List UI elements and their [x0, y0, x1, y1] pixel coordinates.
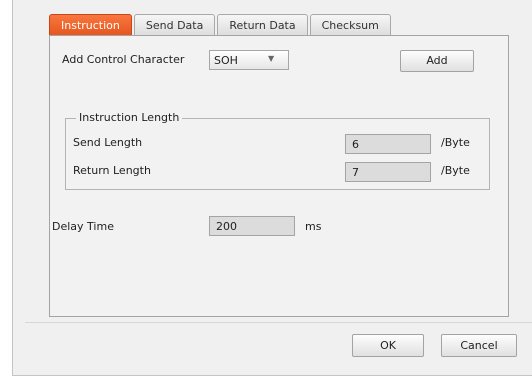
tab-instruction[interactable]: Instruction: [49, 14, 132, 36]
tab-checksum[interactable]: Checksum: [309, 14, 391, 36]
delay-time-input[interactable]: 200: [209, 216, 295, 236]
ok-button[interactable]: OK: [352, 334, 424, 357]
chevron-down-icon: ▼: [268, 54, 275, 63]
delay-time-unit: ms: [305, 220, 322, 233]
add-button[interactable]: Add: [400, 50, 474, 72]
send-length-unit: /Byte: [441, 136, 470, 149]
return-length-value: 7: [352, 166, 359, 179]
instruction-panel: Add Control Character SOH ▼ Add Instruct…: [49, 35, 509, 317]
send-length-field: 6: [345, 134, 431, 154]
tab-return-data[interactable]: Return Data: [217, 14, 308, 36]
return-length-unit: /Byte: [441, 164, 470, 177]
control-character-select[interactable]: SOH ▼: [209, 50, 289, 70]
dialog-window: Instruction Send Data Return Data Checks…: [12, 0, 532, 376]
control-character-label: Add Control Character: [62, 53, 185, 66]
send-length-label: Send Length: [73, 136, 143, 149]
return-length-label: Return Length: [73, 164, 151, 177]
delay-time-value: 200: [216, 220, 237, 233]
delay-time-label: Delay Time: [52, 220, 114, 233]
control-character-value: SOH: [214, 54, 238, 67]
tab-strip: Instruction Send Data Return Data Checks…: [49, 14, 393, 36]
tab-send-data[interactable]: Send Data: [133, 14, 216, 36]
footer-separator: [25, 322, 532, 323]
send-length-value: 6: [352, 138, 359, 151]
return-length-field: 7: [345, 162, 431, 182]
instruction-length-group: Instruction Length Send Length 6 /Byte R…: [65, 111, 490, 190]
instruction-length-title: Instruction Length: [76, 111, 183, 124]
cancel-button[interactable]: Cancel: [441, 334, 517, 357]
